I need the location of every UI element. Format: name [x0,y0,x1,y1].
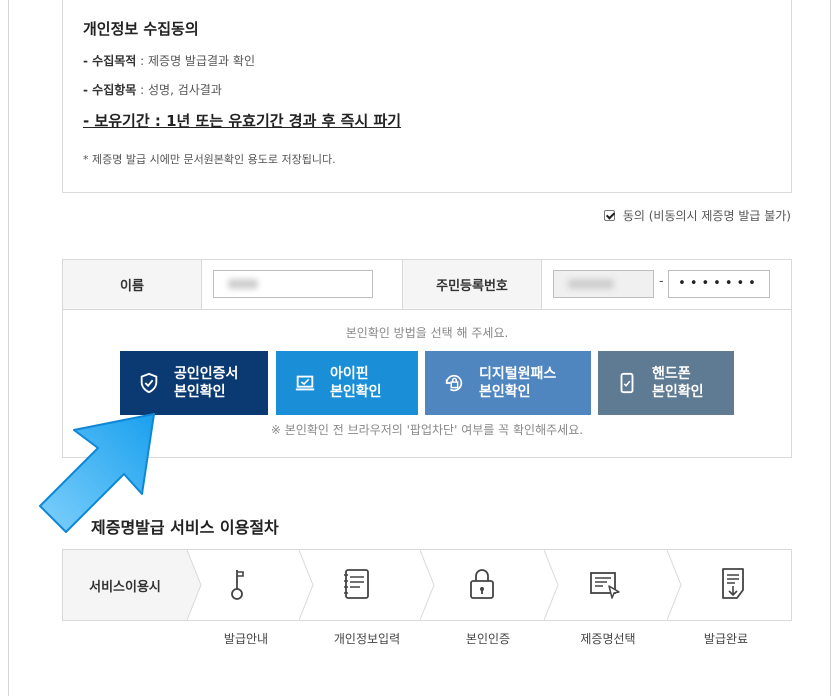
rrn-label: 주민등록번호 [402,260,542,309]
document-download-icon [722,568,744,599]
name-label: 이름 [63,260,202,309]
cert-line2: 본인확인 [174,384,226,400]
consent-title: 개인정보 수집동의 [83,20,199,38]
chevron-divider-icon [420,550,435,620]
chevron-divider-icon [299,550,314,620]
phone-line1: 핸드폰 [652,366,691,382]
cert-line1: 공인인증서 [174,366,239,382]
consent-items: - 수집항목 : 성명, 검사결과 [83,81,222,98]
name-blurred-value [228,279,258,289]
purpose-value: : 제증명 발급결과 확인 [136,54,255,68]
step-label-complete: 발급완료 [703,632,749,646]
identity-panel: 이름 주민등록번호 - ••••••• 본인확인 방법을 선택 해 주세요. 공… [62,259,792,458]
identity-input-row: 이름 주민등록번호 - ••••••• [63,260,791,310]
phone-verify-button[interactable]: 핸드폰본인확인 [598,351,734,415]
step-label-guide: 발급안내 [223,632,269,646]
step-label-verify: 본인인증 [465,632,511,646]
lock-icon [470,569,494,599]
chevron-divider-icon [544,550,559,620]
ipin-line2: 본인확인 [330,384,382,400]
shield-check-icon [140,372,158,394]
purpose-label: - 수집목적 [83,54,137,68]
cert-verify-label: 공인인증서본인확인 [174,365,238,401]
ipin-verify-button[interactable]: 아이핀본인확인 [276,351,418,415]
refresh-lock-icon [445,374,463,392]
phone-verify-label: 핸드폰본인확인 [652,365,704,401]
service-steps-label: 서비스이용시 [63,550,187,620]
items-value: : 성명, 검사결과 [136,83,222,97]
chevron-divider-icon [187,550,202,620]
laptop-check-icon [295,375,315,391]
name-input[interactable] [213,270,373,298]
rrn-back-input[interactable]: ••••••• [668,270,770,298]
popup-block-note: ※ 본인확인 전 브라우저의 '팝업차단' 여부를 꼭 확인해주세요. [270,423,584,437]
step-label-personal-info: 개인정보입력 [333,632,401,646]
service-steps: 서비스이용시 [62,549,792,621]
phone-line2: 본인확인 [652,384,704,400]
ipin-line1: 아이핀 [330,366,369,382]
chevron-divider-icon [667,550,682,620]
agree-label[interactable]: 동의 (비동의시 제증명 발급 불가) [623,207,791,224]
items-label: - 수집항목 [83,83,137,97]
agree-checkbox[interactable] [603,210,615,221]
rrn-front-blurred-value [568,279,614,289]
service-title: 제증명발급 서비스 이용절차 [91,518,279,537]
phone-icon [620,372,634,394]
cert-verify-button[interactable]: 공인인증서본인확인 [120,351,268,415]
document-cursor-icon [590,572,620,599]
dig-line2: 본인확인 [479,384,531,400]
agree-row: 동의 (비동의시 제증명 발급 불가) [603,207,791,224]
page-frame-right [830,0,831,696]
rrn-dash: - [659,274,664,289]
dig-line1: 디지털원패스 [479,366,557,382]
rrn-front-input[interactable] [553,270,654,298]
step-label-select-cert: 제증명선택 [580,632,636,646]
consent-purpose: - 수집목적 : 제증명 발급결과 확인 [83,52,255,69]
notebook-icon [344,569,369,599]
consent-retention: - 보유기간 : 1년 또는 유효기간 경과 후 즉시 파기 [83,112,402,130]
key-icon [231,570,244,600]
consent-note: * 제증명 발급 시에만 문서원본확인 용도로 저장됩니다. [83,153,336,166]
consent-box: 개인정보 수집동의 - 수집목적 : 제증명 발급결과 확인 - 수집항목 : … [62,0,792,193]
method-hint: 본인확인 방법을 선택 해 주세요. [345,326,509,340]
ipin-verify-label: 아이핀본인확인 [330,365,382,401]
digital-onepass-verify-button[interactable]: 디지털원패스본인확인 [425,351,591,415]
digital-onepass-verify-label: 디지털원패스본인확인 [479,365,556,401]
page-frame-left [8,0,9,696]
